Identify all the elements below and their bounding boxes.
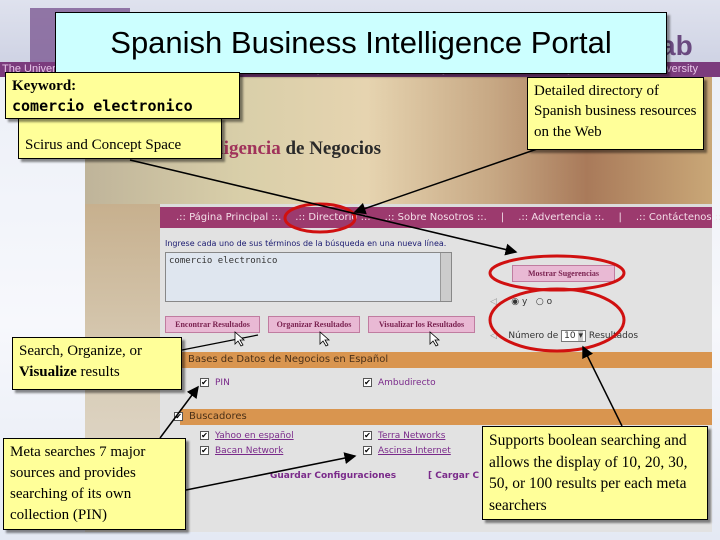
radio-and[interactable]: ◉ y xyxy=(511,297,527,307)
yahoo-link[interactable]: Yahoo en español xyxy=(215,431,294,441)
nav-sobre-nosotros[interactable]: .:: Sobre Nosotros ::. xyxy=(385,212,487,223)
visualize-results-button[interactable]: Visualizar los Resultados xyxy=(368,316,475,333)
checkbox-checked-icon: ✔ xyxy=(200,446,209,455)
callout-directory: Detailed directory of Spanish business r… xyxy=(527,77,704,150)
arrow-left-icon: ◁ xyxy=(490,331,497,341)
nav-advertencia[interactable]: .:: Advertencia ::. xyxy=(518,212,604,223)
callout-scirus: Scirus and Concept Space xyxy=(18,117,222,159)
checkbox-checked-icon: ✔ xyxy=(363,446,372,455)
checkbox-checked-icon: ✔ xyxy=(363,431,372,440)
keyword-label: Keyword: xyxy=(12,78,77,94)
callout-results: Search, Organize, or Visualize results xyxy=(12,337,182,390)
nav-separator: | xyxy=(500,212,505,223)
results-count-value: 10 xyxy=(564,331,576,341)
checkbox-ambudirecto[interactable]: ✔ Ambudirecto xyxy=(363,378,436,388)
radio-or-label: o xyxy=(546,297,553,307)
terra-link[interactable]: Terra Networks xyxy=(378,431,445,441)
organize-results-button[interactable]: Organizar Resultados xyxy=(268,316,360,333)
radio-or[interactable]: ○ o xyxy=(536,297,552,307)
checkbox-ascinsa[interactable]: ✔ Ascinsa Internet xyxy=(363,446,451,456)
checkbox-pin[interactable]: ✔ PIN xyxy=(200,378,230,388)
ambudirecto-label: Ambudirecto xyxy=(378,378,436,388)
checkbox-bacan[interactable]: ✔ Bacan Network xyxy=(200,446,283,456)
buscadores-label: Buscadores xyxy=(189,411,247,422)
callout-keyword: Keyword: comercio electronico xyxy=(5,72,240,119)
checkbox-checked-icon: ✔ xyxy=(200,378,209,387)
query-textarea[interactable]: comercio electronico xyxy=(165,252,452,302)
num-suffix: Resultados xyxy=(588,331,639,341)
results-count-row: ◁ Número de 10 ▾ Resultados xyxy=(490,330,638,342)
nav-directorio[interactable]: .:: Directorio ::. xyxy=(295,212,370,223)
bacan-link[interactable]: Bacan Network xyxy=(215,446,283,456)
keyword-value: comercio electronico xyxy=(12,97,193,115)
ascinsa-link[interactable]: Ascinsa Internet xyxy=(378,446,451,456)
callout-meta: Meta searches 7 major sources and provid… xyxy=(3,438,186,530)
textarea-scrollbar[interactable] xyxy=(440,253,451,301)
section-buscadores: ✔ Buscadores xyxy=(174,409,712,425)
num-label: Número de xyxy=(508,331,559,341)
find-results-button[interactable]: Encontrar Resultados xyxy=(165,316,260,333)
load-config-link[interactable]: [ Cargar C xyxy=(428,471,479,481)
instruction-text: Ingrese cada uno de sus términos de la b… xyxy=(165,239,447,248)
save-config-link[interactable]: Guardar Configuraciones xyxy=(270,471,396,481)
checkbox-yahoo[interactable]: ✔ Yahoo en español xyxy=(200,431,294,441)
slide-title: Spanish Business Intelligence Portal xyxy=(55,12,667,74)
section-databases: Bases de Datos de Negocios en Español xyxy=(180,352,712,368)
checkbox-terra[interactable]: ✔ Terra Networks xyxy=(363,431,445,441)
suggest-button[interactable]: Mostrar Sugerencias xyxy=(512,265,615,282)
checkbox-checked-icon: ✔ xyxy=(363,378,372,387)
nav-home[interactable]: .:: Página Principal ::. xyxy=(176,212,281,223)
arrow-left-icon: ◁ xyxy=(490,297,497,307)
nav-contactenos[interactable]: .:: Contáctenos ::. xyxy=(636,212,720,223)
checkbox-checked-icon: ✔ xyxy=(200,431,209,440)
nav-bar: .:: Página Principal ::. .:: Directorio … xyxy=(160,207,720,228)
dropdown-arrow-icon: ▾ xyxy=(578,331,583,341)
nav-separator: | xyxy=(618,212,622,223)
radio-and-label: y xyxy=(521,297,528,307)
callout-results-tail: results xyxy=(76,364,120,380)
results-count-select[interactable]: 10 ▾ xyxy=(561,330,586,342)
pin-label: PIN xyxy=(215,378,230,388)
callout-scirus-text: Scirus and Concept Space xyxy=(25,137,182,153)
checkbox-checked-icon[interactable]: ✔ xyxy=(174,411,183,421)
site-title: eligencia de Negocios xyxy=(210,138,381,160)
site-title-rest: de Negocios xyxy=(280,138,381,159)
callout-boolean: Supports boolean searching and allows th… xyxy=(482,426,708,520)
callout-results-bold: Visualize xyxy=(19,364,77,380)
callout-results-text: Search, Organize, or xyxy=(19,343,143,359)
boolean-radios: ◁ ◉ y ○ o xyxy=(490,297,552,307)
